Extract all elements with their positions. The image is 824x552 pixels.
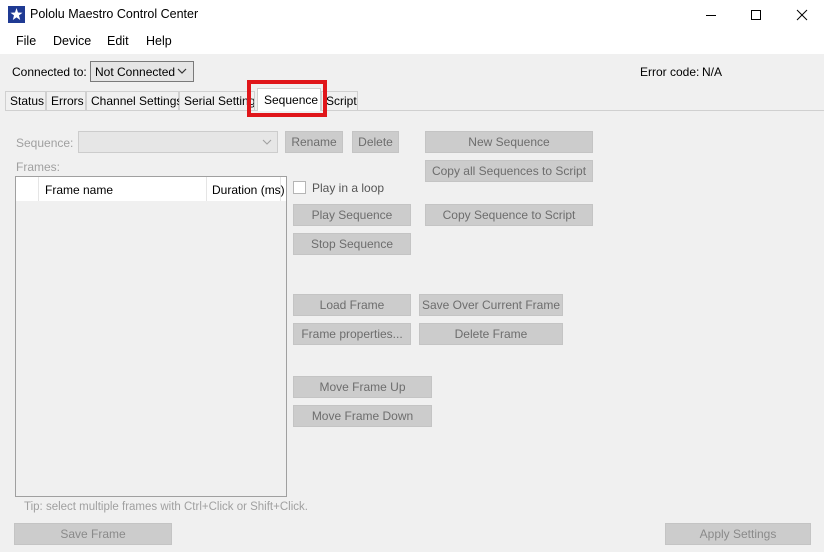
error-code-label: Error code:	[640, 65, 700, 79]
device-select-value: Not Connected	[95, 65, 176, 79]
column-header-duration[interactable]: Duration (ms)	[212, 183, 285, 197]
play-in-loop-checkbox[interactable]	[293, 181, 306, 194]
delete-button[interactable]: Delete	[352, 131, 399, 153]
menu-file[interactable]: File	[16, 34, 36, 48]
minimize-button[interactable]	[688, 0, 734, 30]
close-icon	[796, 9, 808, 21]
menu-device[interactable]: Device	[53, 34, 91, 48]
tip-text: Tip: select multiple frames with Ctrl+Cl…	[24, 501, 308, 513]
move-frame-down-button[interactable]: Move Frame Down	[293, 405, 432, 427]
frames-label: Frames:	[16, 160, 61, 174]
minimize-icon	[706, 15, 716, 16]
maximize-button[interactable]	[733, 0, 779, 30]
close-button[interactable]	[779, 0, 824, 30]
apply-settings-button[interactable]: Apply Settings	[665, 523, 811, 545]
column-divider	[206, 177, 207, 201]
sequence-label: Sequence:	[16, 136, 74, 150]
column-divider	[38, 177, 39, 201]
window-title: Pololu Maestro Control Center	[30, 7, 199, 21]
new-sequence-button[interactable]: New Sequence	[425, 131, 593, 153]
copy-sequence-button[interactable]: Copy Sequence to Script	[425, 204, 593, 226]
tab-serial-settings[interactable]: Serial Settings	[179, 91, 255, 110]
chevron-down-icon	[262, 139, 272, 145]
rename-button[interactable]: Rename	[285, 131, 343, 153]
highlight-box	[247, 80, 327, 117]
delete-frame-button[interactable]: Delete Frame	[419, 323, 563, 345]
chevron-down-icon	[177, 68, 187, 74]
load-frame-button[interactable]: Load Frame	[293, 294, 411, 316]
error-code-value: N/A	[702, 65, 723, 79]
play-sequence-button[interactable]: Play Sequence	[293, 204, 411, 226]
menu-edit[interactable]: Edit	[107, 34, 129, 48]
play-in-loop-label: Play in a loop	[312, 181, 385, 195]
save-over-current-frame-button[interactable]: Save Over Current Frame	[419, 294, 563, 316]
frame-properties-button[interactable]: Frame properties...	[293, 323, 411, 345]
tab-errors[interactable]: Errors	[46, 91, 86, 110]
pololu-logo-icon	[8, 6, 25, 23]
stop-sequence-button[interactable]: Stop Sequence	[293, 233, 411, 255]
menu-help[interactable]: Help	[146, 34, 172, 48]
frames-table[interactable]	[15, 176, 287, 497]
sequence-select[interactable]	[78, 131, 278, 153]
maximize-icon	[751, 10, 761, 20]
copy-all-sequences-button[interactable]: Copy all Sequences to Script	[425, 160, 593, 182]
save-frame-button[interactable]: Save Frame	[14, 523, 172, 545]
tab-channel-settings[interactable]: Channel Settings	[86, 91, 182, 110]
column-header-frame-name[interactable]: Frame name	[45, 183, 113, 197]
tab-status[interactable]: Status	[5, 91, 46, 110]
move-frame-up-button[interactable]: Move Frame Up	[293, 376, 432, 398]
connected-to-label: Connected to:	[12, 65, 87, 79]
